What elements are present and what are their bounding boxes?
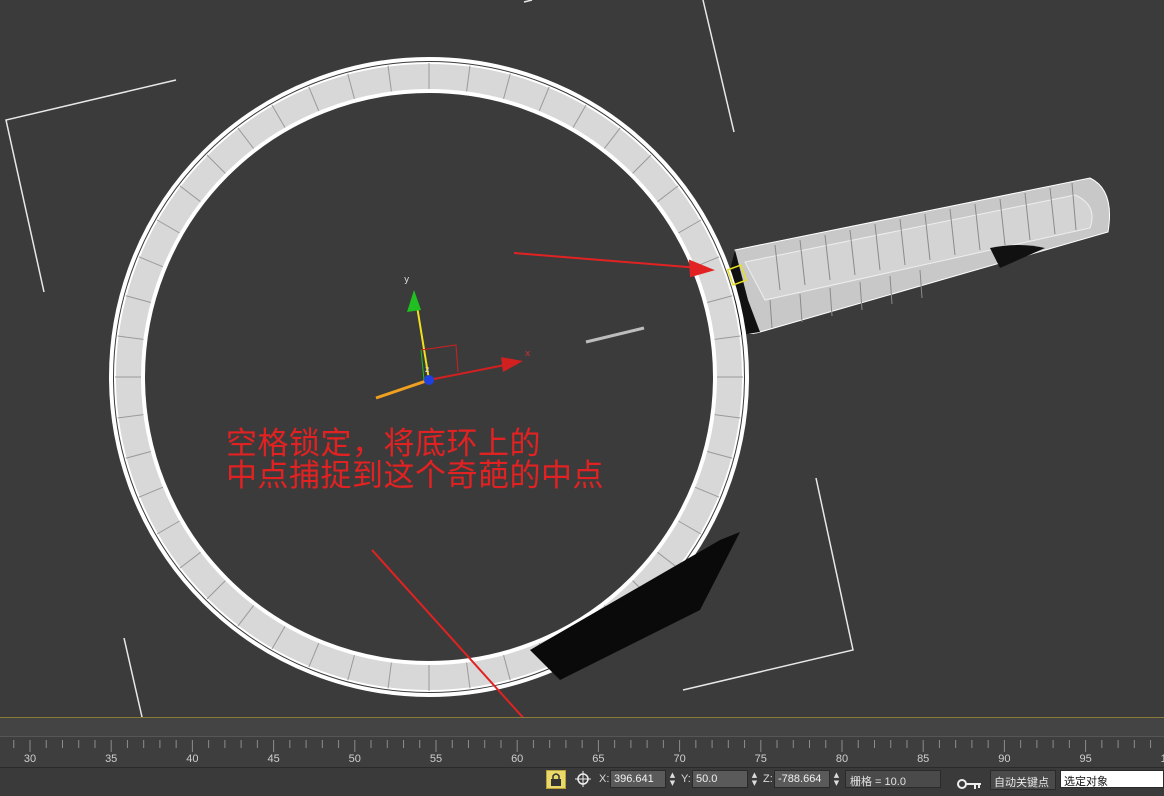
gizmo-x-label: x: [525, 349, 531, 359]
gizmo-y-label: y: [404, 275, 410, 285]
z-axis-pivot-icon[interactable]: [424, 375, 434, 385]
z-coord-label: Z:: [763, 773, 773, 785]
handle-ring[interactable]: [730, 177, 1111, 335]
status-bar: X: 396.641 ▲ ▼ Y: 50.0 ▲ ▼ Z: -788.664 ▲ ▼ …: [0, 767, 1164, 796]
ruler-tick-label: 65: [592, 753, 605, 765]
key-icon: [957, 779, 981, 789]
scene-canvas[interactable]: y x z: [0, 0, 1164, 717]
ruler-tick-label: 60: [511, 753, 524, 765]
x-coord-spinner[interactable]: ▲ ▼: [668, 771, 677, 787]
y-coord-label: Y:: [681, 773, 691, 785]
annotation-text: 空格锁定，将底环上的 中点捕捉到这个奇葩的中点: [226, 428, 604, 492]
grid-spacing-readout: 栅格 = 10.0: [845, 770, 941, 788]
ruler-tick-label: 90: [998, 753, 1011, 765]
timeline-panel[interactable]: 303540455055606570758085909510: [0, 717, 1164, 769]
ruler-tick-label: 30: [23, 753, 37, 765]
x-coord-label: X:: [599, 773, 610, 785]
time-ruler[interactable]: 303540455055606570758085909510: [0, 736, 1164, 769]
ruler-tick-label: 80: [835, 753, 849, 765]
ruler-tick-label: 75: [754, 753, 767, 765]
ruler-tick-label: 45: [267, 753, 280, 765]
selection-set-dropdown[interactable]: 选定对象: [1060, 770, 1164, 788]
ruler-tick-label: 70: [673, 753, 686, 765]
y-coord-spinner[interactable]: ▲ ▼: [750, 771, 759, 787]
absolute-mode-toggle-button[interactable]: [573, 770, 593, 789]
ruler-tick-label: 85: [917, 753, 930, 765]
ruler-tick-label: 35: [105, 753, 118, 765]
ruler-ticks: [13, 740, 1152, 752]
transform-mode-icon: [575, 771, 591, 787]
annotation-line-2: 中点捕捉到这个奇葩的中点: [226, 458, 604, 494]
auto-key-button[interactable]: 自动关键点: [990, 770, 1056, 790]
ruler-tick-label: 95: [1079, 753, 1092, 765]
z-coord-spinner[interactable]: ▲ ▼: [832, 771, 841, 787]
lock-icon: [551, 773, 561, 786]
y-coord-input[interactable]: 50.0: [692, 770, 748, 788]
set-key-button[interactable]: [956, 776, 982, 795]
x-coord-input[interactable]: 396.641: [610, 770, 666, 788]
ruler-tick-label: 40: [186, 753, 199, 765]
gizmo-z-label: z: [425, 365, 429, 374]
annotation-line-1: 空格锁定，将底环上的: [226, 426, 541, 462]
ruler-tick-label: 50: [348, 753, 361, 765]
ruler-tick-label: 55: [429, 753, 443, 765]
z-coord-input[interactable]: -788.664: [774, 770, 830, 788]
selection-lock-button[interactable]: [546, 770, 566, 789]
viewport[interactable]: y x z 空格锁定，将底环上的 中点捕捉到这个奇葩的中点: [0, 0, 1164, 717]
